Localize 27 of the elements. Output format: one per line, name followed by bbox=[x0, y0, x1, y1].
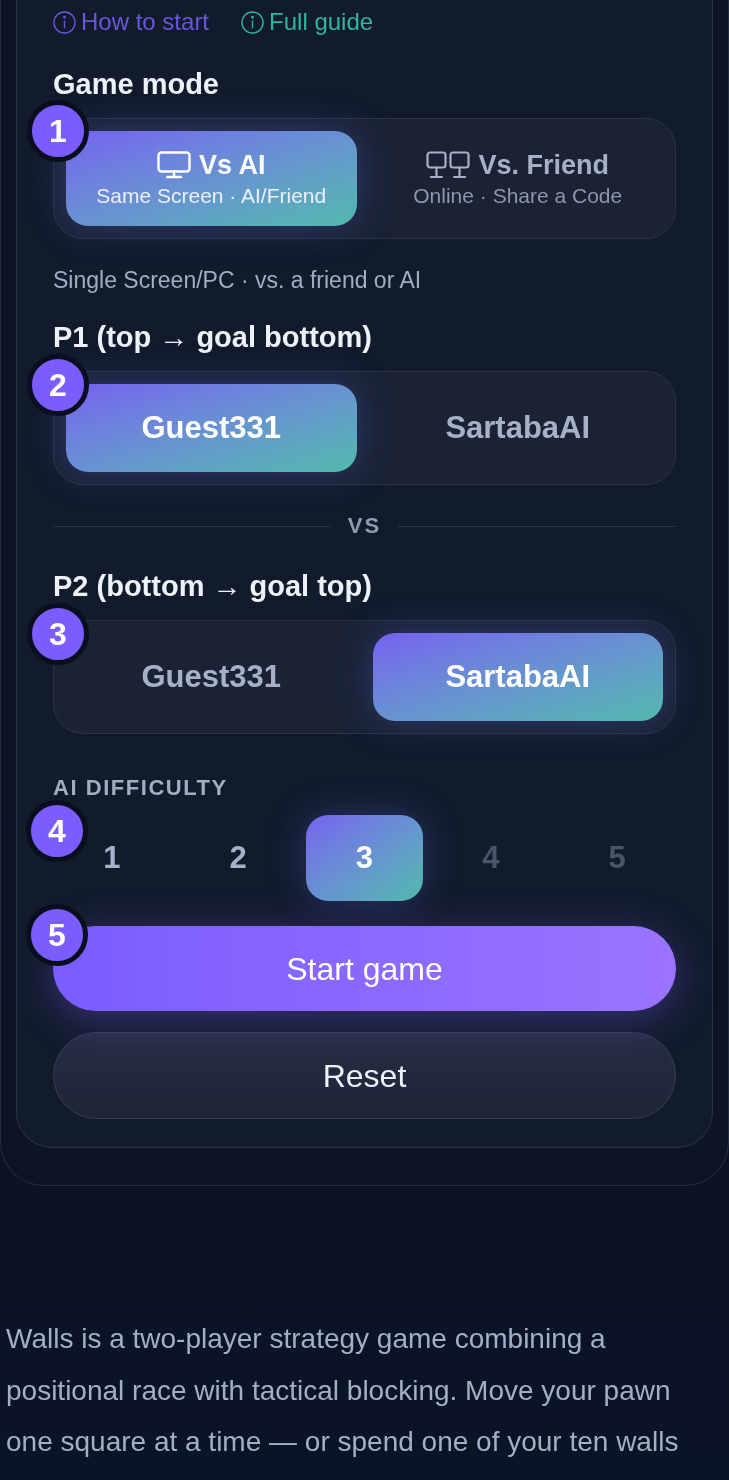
help-link[interactable]: Full guide bbox=[241, 7, 374, 37]
monitor-icon bbox=[157, 151, 191, 179]
step-badge: 2 bbox=[27, 354, 89, 416]
section-heading: P2 (bottom → goal top) bbox=[53, 570, 373, 602]
player-option[interactable]: SartabaAI bbox=[372, 384, 663, 472]
mode-description: Single Screen/PC · vs. a friend or AI bbox=[53, 266, 423, 294]
two-monitors-icon bbox=[426, 151, 471, 179]
help-link[interactable]: How to start bbox=[53, 7, 210, 37]
section-heading: P1 (top → goal bottom) bbox=[53, 321, 373, 353]
step-badge: 4 bbox=[26, 800, 88, 862]
section-heading: Game mode bbox=[53, 68, 220, 100]
player-option[interactable]: SartabaAI bbox=[372, 633, 663, 721]
description-paragraph: Walls is a two-player strategy game combining a positional race with tactical blocking. Move your pawn one square at a time — or spend one of your ten walls bbox=[5, 1322, 680, 1459]
mode-option[interactable]: Vs AI Same Screen · AI/Friend bbox=[66, 131, 357, 226]
difficulty-option[interactable]: 1 bbox=[97, 836, 127, 880]
reset-button[interactable]: Reset bbox=[53, 1032, 676, 1119]
difficulty-option[interactable]: 2 bbox=[223, 836, 253, 880]
step-badge: 1 bbox=[27, 100, 89, 162]
difficulty-option[interactable]: 3 bbox=[305, 815, 424, 901]
info-icon bbox=[241, 10, 265, 34]
difficulty-label: AI DIFFICULTY bbox=[53, 776, 229, 800]
info-icon bbox=[53, 10, 76, 34]
step-badge: 3 bbox=[27, 603, 89, 665]
vs-label: VS bbox=[347, 514, 382, 538]
step-badge: 5 bbox=[26, 904, 88, 966]
player-option[interactable]: Guest331 bbox=[66, 384, 357, 472]
mode-option[interactable]: Vs. Friend Online · Share a Code bbox=[372, 131, 663, 226]
